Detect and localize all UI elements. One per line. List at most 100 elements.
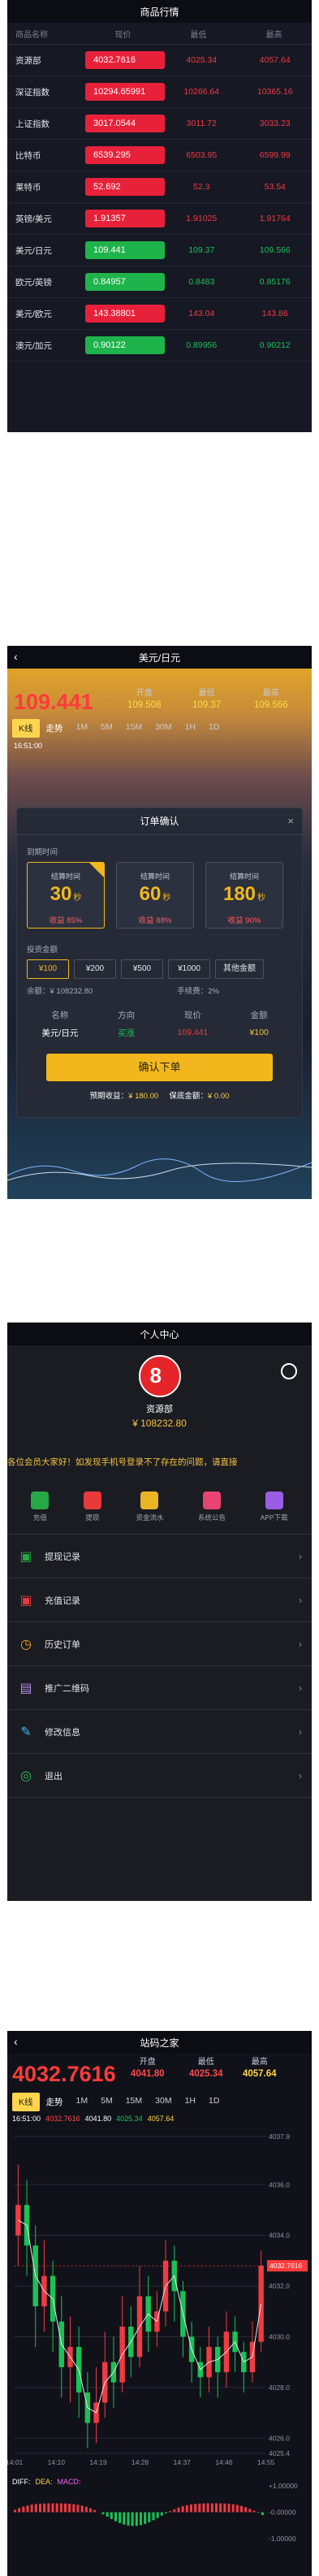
tab-1d[interactable]: 1D — [202, 719, 226, 738]
amount-other-button[interactable]: 其他金额 — [215, 959, 264, 979]
close-icon[interactable]: × — [287, 808, 294, 834]
tab-15m[interactable]: 15M — [119, 2093, 149, 2111]
period-tabs: K线 走势 1M 5M 15M 30M 1H 1D — [7, 2091, 312, 2113]
y-tick-label: 4036.0 — [269, 2180, 290, 2189]
macd-bar — [51, 2503, 54, 2513]
quick-notice[interactable]: 系统公告 — [198, 1487, 226, 1534]
tab-30m[interactable]: 30M — [149, 719, 178, 738]
table-row[interactable]: 英镑/美元 1.91357 1.91025 1.91764 — [7, 203, 312, 235]
expiry-option-180s[interactable]: 结算时间 180 秒 收益 90% — [205, 862, 283, 929]
market-table-header: 商品名称 现价 最低 最高 — [7, 23, 312, 45]
tab-30m[interactable]: 30M — [149, 2093, 178, 2111]
table-row[interactable]: 美元/欧元 143.38801 143.04 143.86 — [7, 298, 312, 330]
table-row[interactable]: 深证指数 10294.65991 10266.64 10365.16 — [7, 76, 312, 108]
back-arrow-icon[interactable]: ‹ — [14, 650, 18, 663]
low-value: 0.89956 — [186, 340, 218, 350]
macd-legend: DIFF: DEA: MACD: — [12, 2478, 81, 2486]
menu-logout[interactable]: ◎ 退出 › — [7, 1754, 312, 1798]
y-tick-label: 4032.0 — [269, 2282, 290, 2290]
low-value: 4025.34 — [186, 55, 218, 65]
table-row[interactable]: 澳元/加元 0.90122 0.89956 0.90212 — [7, 330, 312, 362]
tab-1h[interactable]: 1H — [179, 2093, 202, 2111]
tab-kline[interactable]: K线 — [12, 2093, 40, 2111]
page-title: 个人中心 — [140, 1328, 179, 1340]
high-value: 0.85176 — [259, 277, 291, 287]
macd-bar — [68, 2504, 71, 2513]
table-row[interactable]: 上证指数 3017.0544 3011.72 3033.23 — [7, 108, 312, 140]
tab-1d[interactable]: 1D — [202, 2093, 226, 2111]
macd-bar — [173, 2509, 176, 2513]
tab-kline[interactable]: K线 — [12, 719, 40, 738]
low-value: 0.8483 — [188, 277, 215, 287]
tab-5m[interactable]: 5M — [94, 2093, 119, 2111]
back-arrow-icon[interactable]: ‹ — [14, 2035, 18, 2048]
expiry-option-30s[interactable]: 结算时间 30 秒 收益 85% — [27, 862, 105, 929]
menu-recharge-records[interactable]: ▣ 充值记录 › — [7, 1578, 312, 1622]
macd-bar — [227, 2504, 231, 2513]
macd-bar — [244, 2507, 248, 2513]
amount-1000-button[interactable]: ¥1000 — [168, 959, 210, 979]
macd-bar — [185, 2505, 188, 2513]
expiry-option-60s[interactable]: 结算时间 60 秒 收益 88% — [116, 862, 194, 929]
macd-tick-label: -1.00000 — [269, 2535, 296, 2543]
amount-500-button[interactable]: ¥500 — [121, 959, 163, 979]
macd-bar — [152, 2512, 155, 2521]
announcement-icon — [203, 1491, 222, 1509]
quick-flow[interactable]: 资金流水 — [136, 1487, 163, 1534]
macd-bar — [106, 2512, 109, 2518]
macd-bar — [64, 2503, 67, 2513]
macd-bar — [101, 2512, 105, 2515]
column-header: 现价 — [114, 30, 131, 40]
x-tick-label: 14:55 — [257, 2458, 275, 2466]
tab-1m[interactable]: 1M — [70, 2093, 95, 2111]
y-tick-label: 4028.0 — [269, 2383, 290, 2392]
tab-15m[interactable]: 15M — [119, 719, 149, 738]
column-header: 最高 — [265, 30, 282, 40]
profile-header: 个人中心 — [7, 1323, 312, 1345]
order-confirm-dialog: 订单确认 × 到期时间 结算时间 30 秒 收益 85% 结算时间 60 秒 收益 … — [17, 808, 302, 1117]
macd-bar — [72, 2504, 75, 2513]
menu-edit-info[interactable]: ✎ 修改信息 › — [7, 1710, 312, 1754]
table-row[interactable]: 资源部 4032.7616 4025.34 4057.64 — [7, 45, 312, 76]
table-row[interactable]: 莱特币 52.692 52.3 53.54 — [7, 171, 312, 203]
low-value: 1.91025 — [186, 214, 218, 223]
high-stat: 最高 109.566 — [254, 689, 288, 710]
high-value: 1.91764 — [259, 214, 291, 223]
tab-trend[interactable]: 走势 — [40, 719, 70, 738]
x-tick-label: 14:37 — [174, 2458, 192, 2466]
macd-bar — [39, 2503, 41, 2513]
menu-history-orders[interactable]: ◷ 历史订单 › — [7, 1622, 312, 1666]
macd-bar — [169, 2511, 172, 2513]
recharge-record-icon: ▣ — [19, 1593, 32, 1608]
tab-1h[interactable]: 1H — [179, 719, 202, 738]
tab-trend[interactable]: 走势 — [40, 2093, 70, 2111]
high-value: 10365.16 — [256, 87, 293, 97]
column-header: 商品名称 — [15, 30, 48, 40]
quick-withdraw[interactable]: 提现 — [83, 1487, 101, 1534]
profile-card: 8 资源部 ¥ 108232.80 各位会员大家好！如发现手机号登录不了存在的问… — [7, 1355, 312, 1487]
macd-bar — [156, 2512, 159, 2518]
tab-5m[interactable]: 5M — [94, 719, 119, 738]
menu-qr-promo[interactable]: ▤ 推广二维码 › — [7, 1666, 312, 1710]
download-icon — [265, 1491, 283, 1509]
tab-1m[interactable]: 1M — [70, 719, 95, 738]
settings-icon[interactable] — [281, 1363, 297, 1379]
amount-200-button[interactable]: ¥200 — [74, 959, 116, 979]
amount-100-button[interactable]: ¥100 — [27, 959, 69, 979]
macd-bar — [22, 2506, 25, 2513]
macd-bar — [47, 2503, 50, 2513]
confirm-order-button[interactable]: 确认下单 — [46, 1054, 273, 1081]
macd-bar — [34, 2504, 37, 2513]
kline-chart[interactable]: 4037.9 4036.0 4034.0 4032.0 4030.0 4028.0 4026… — [7, 2128, 312, 2551]
table-row[interactable]: 比特币 6539.295 6503.95 6599.99 — [7, 140, 312, 171]
low-value: 52.3 — [193, 182, 210, 192]
market-screen: 商品行情 商品名称 现价 最低 最高 资源部 4032.7616 4025.34 40… — [7, 0, 312, 432]
table-row[interactable]: 美元/日元 109.441 109.37 109.566 — [7, 235, 312, 266]
withdraw-icon — [83, 1491, 101, 1509]
quick-app-download[interactable]: APP下载 — [261, 1487, 288, 1534]
macd-bar — [55, 2503, 58, 2513]
macd-bar — [89, 2508, 92, 2513]
table-row[interactable]: 欧元/英镑 0.84957 0.8483 0.85176 — [7, 266, 312, 298]
quick-recharge[interactable]: 充值 — [31, 1487, 50, 1534]
menu-withdraw-records[interactable]: ▣ 提现记录 › — [7, 1535, 312, 1578]
